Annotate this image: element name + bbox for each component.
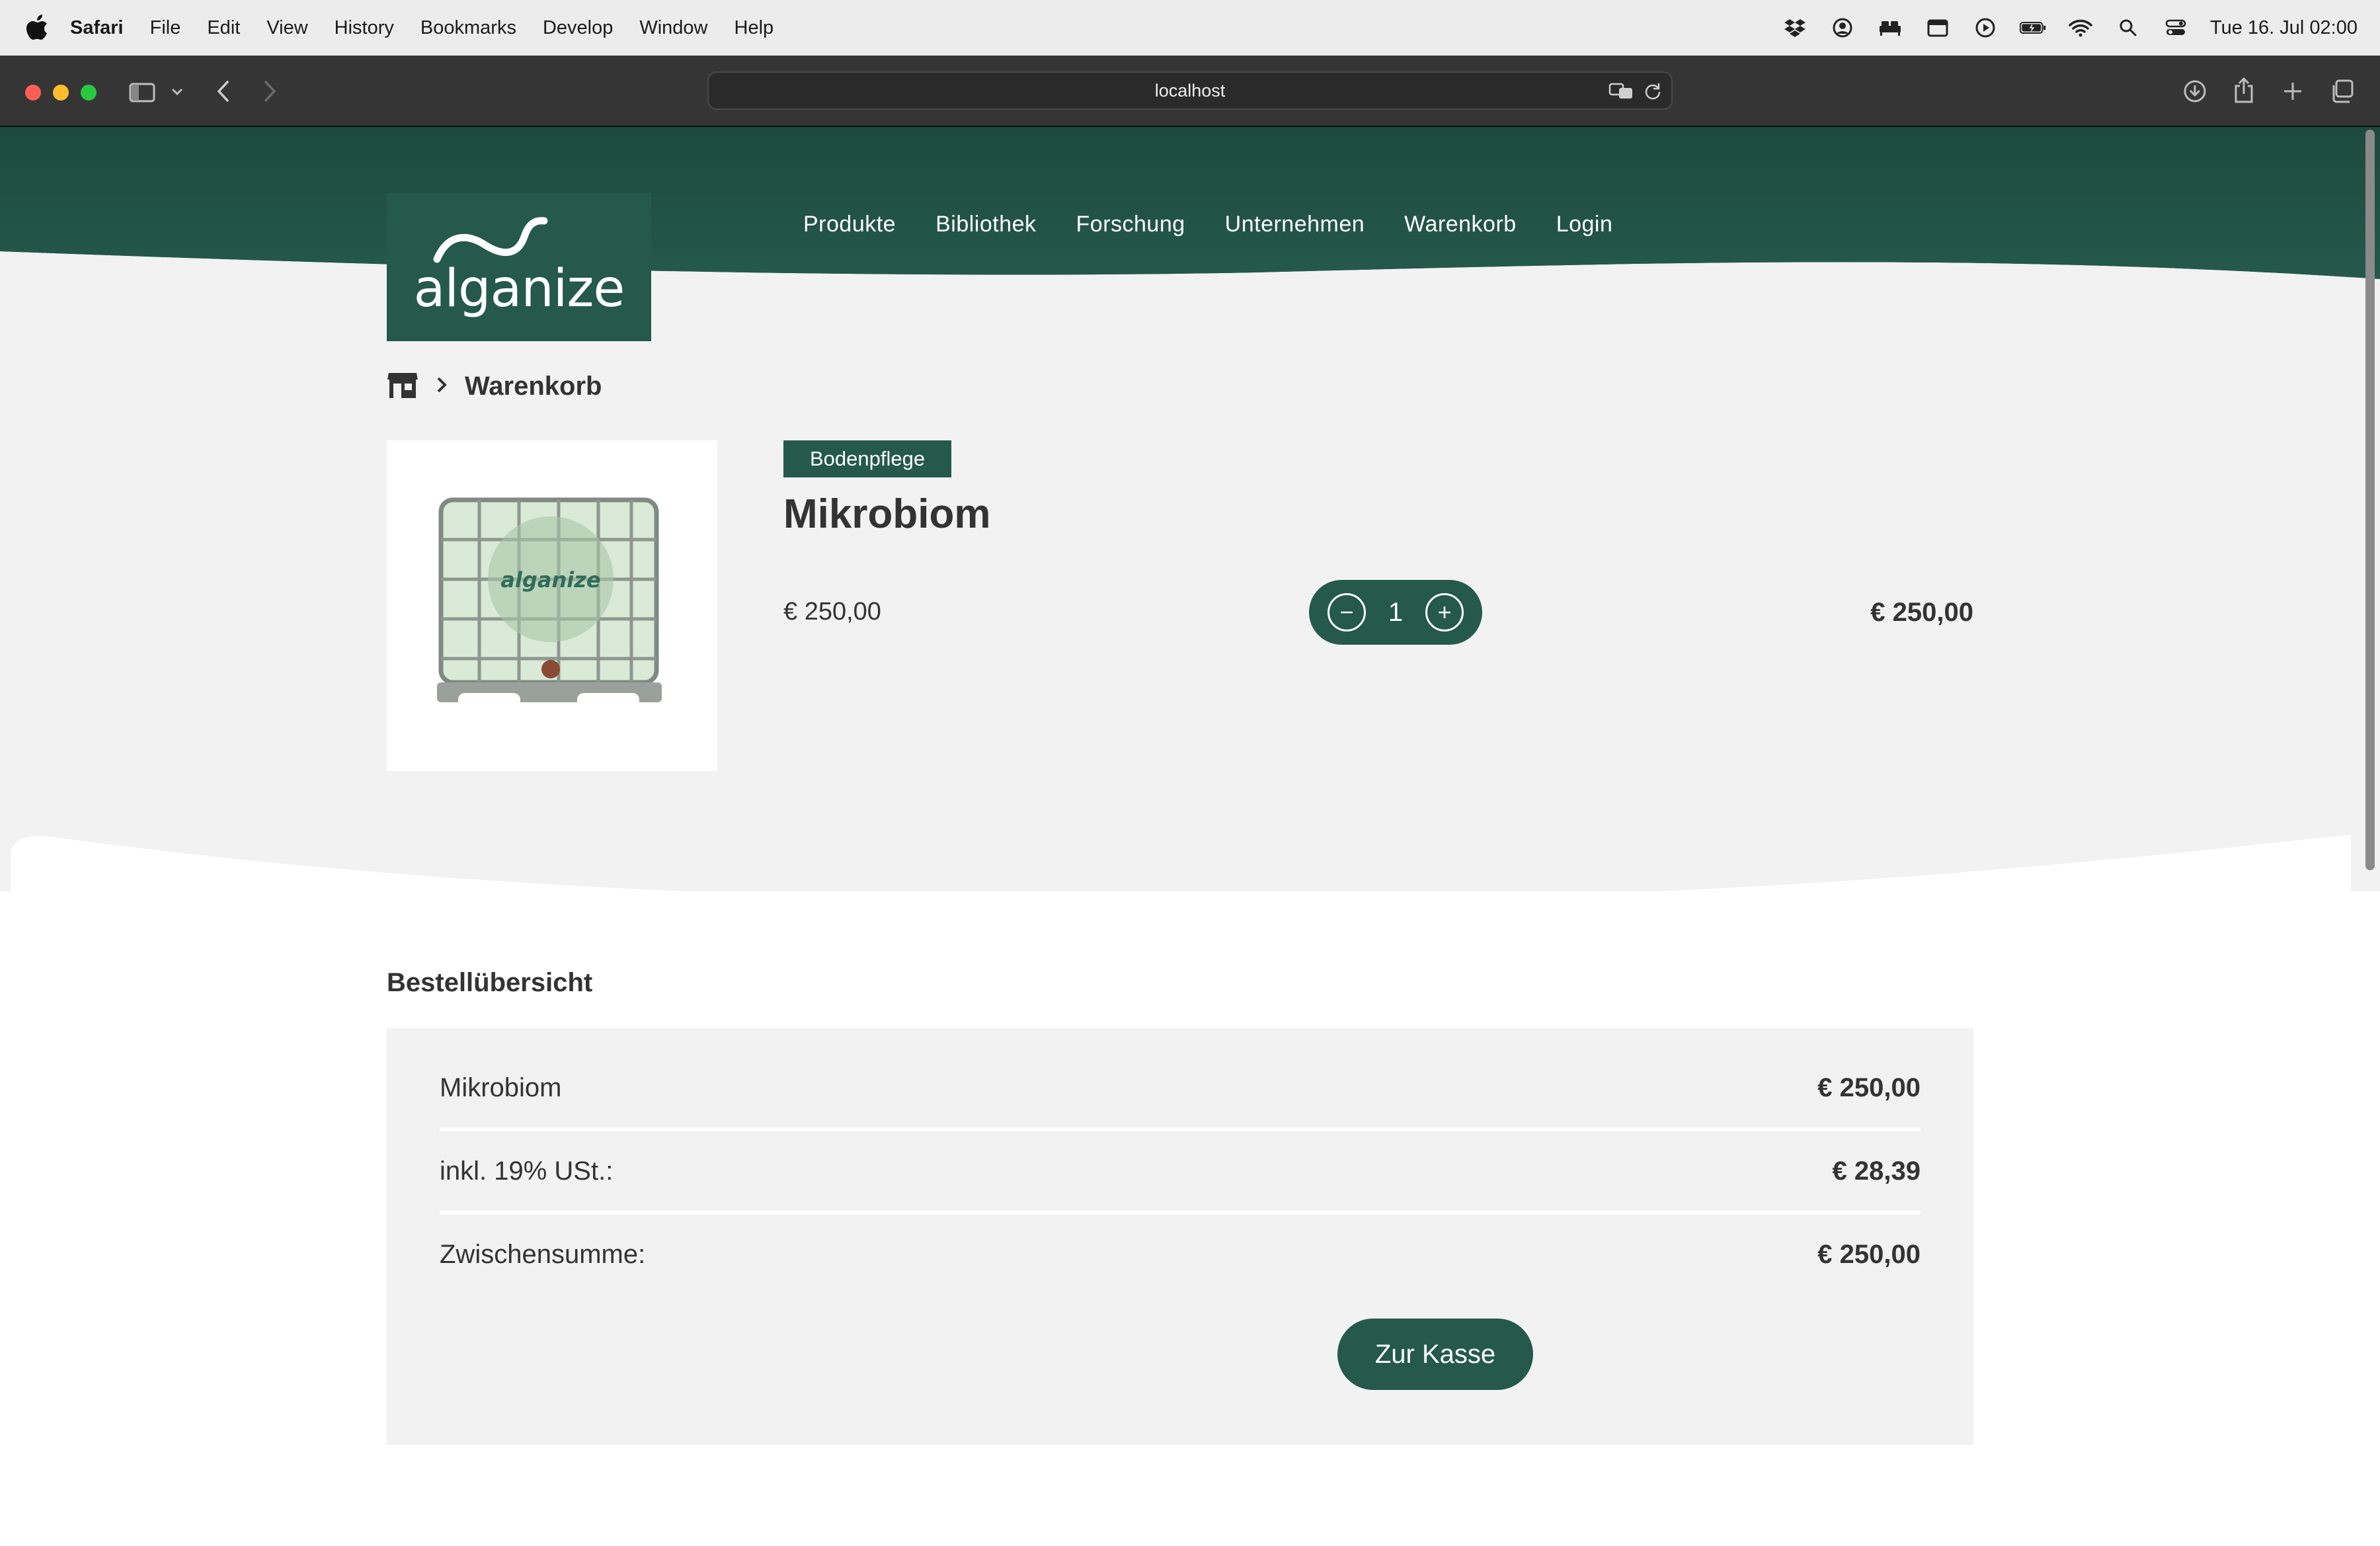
menu-file[interactable]: File	[150, 17, 181, 39]
nav-unternehmen[interactable]: Unternehmen	[1225, 212, 1365, 237]
product-title[interactable]: Mikrobiom	[783, 491, 990, 538]
sidebar-toggle-icon[interactable]	[127, 79, 157, 106]
increase-quantity-button[interactable]: +	[1425, 593, 1464, 631]
address-bar[interactable]: localhost	[707, 71, 1673, 110]
url-text[interactable]: localhost	[1155, 81, 1226, 101]
product-image[interactable]: alganize	[387, 440, 717, 771]
browser-toolbar: localhost	[0, 56, 2380, 127]
order-summary-box: Mikrobiom € 250,00 inkl. 19% USt.: € 28,…	[387, 1028, 1973, 1445]
close-window-button[interactable]	[25, 85, 41, 101]
user-icon[interactable]	[1829, 17, 1856, 39]
page-scrollbar[interactable]	[2365, 130, 2375, 870]
product-image-label: alganize	[500, 567, 600, 592]
summary-item-label: Mikrobiom	[440, 1073, 562, 1102]
menu-history[interactable]: History	[335, 17, 394, 39]
summary-row-item: Mikrobiom € 250,00	[440, 1048, 1921, 1131]
menu-window[interactable]: Window	[639, 17, 707, 39]
translate-icon[interactable]	[1608, 81, 1634, 101]
tab-overview-icon[interactable]	[2328, 78, 2355, 104]
forward-arrow-icon[interactable]	[257, 78, 283, 104]
play-icon[interactable]	[1972, 17, 1999, 39]
chevron-down-icon[interactable]	[169, 82, 185, 102]
menu-app-safari[interactable]: Safari	[70, 17, 124, 39]
macos-menu-bar: Safari File Edit View History Bookmarks …	[0, 0, 2380, 56]
nav-warenkorb[interactable]: Warenkorb	[1404, 212, 1517, 237]
nav-forschung[interactable]: Forschung	[1076, 212, 1185, 237]
menu-bookmarks[interactable]: Bookmarks	[420, 17, 516, 39]
site-logo[interactable]: alganize	[387, 193, 651, 341]
summary-row-subtotal: Zwischensumme: € 250,00	[440, 1215, 1921, 1294]
chevron-right-icon	[436, 376, 448, 397]
menu-view[interactable]: View	[266, 17, 307, 39]
bed-icon[interactable]	[1877, 17, 1903, 39]
ibc-tank-icon: alganize	[437, 497, 662, 709]
control-center-icon[interactable]	[2162, 17, 2189, 39]
category-badge[interactable]: Bodenpflege	[783, 440, 952, 477]
quantity-stepper: − 1 +	[1309, 580, 1482, 645]
wifi-icon[interactable]	[2067, 17, 2094, 39]
search-icon[interactable]	[2115, 17, 2141, 39]
menubar-clock[interactable]: Tue 16. Jul 02:00	[2210, 17, 2358, 39]
web-page: alganize Produkte Bibliothek Forschung U…	[0, 127, 2380, 1546]
breadcrumb-current[interactable]: Warenkorb	[465, 372, 602, 401]
reload-icon[interactable]	[1642, 81, 1663, 102]
dropbox-icon[interactable]	[1782, 17, 1808, 39]
minimize-window-button[interactable]	[53, 85, 69, 101]
menu-help[interactable]: Help	[734, 17, 774, 39]
zoom-window-button[interactable]	[81, 85, 97, 101]
summary-subtotal-label: Zwischensumme:	[440, 1239, 646, 1269]
nav-bibliothek[interactable]: Bibliothek	[935, 212, 1036, 237]
back-arrow-icon[interactable]	[210, 78, 237, 104]
summary-tax-label: inkl. 19% USt.:	[440, 1156, 614, 1186]
apple-icon[interactable]	[25, 15, 49, 41]
downloads-icon[interactable]	[2182, 78, 2208, 104]
share-icon[interactable]	[2231, 75, 2257, 104]
nav-login[interactable]: Login	[1556, 212, 1613, 237]
summary-tax-value: € 28,39	[1832, 1156, 1921, 1186]
summary-subtotal-value: € 250,00	[1817, 1239, 1921, 1269]
main-navigation: Produkte Bibliothek Forschung Unternehme…	[803, 212, 1652, 237]
breadcrumb: Warenkorb	[387, 370, 602, 403]
quantity-value: 1	[1388, 597, 1404, 627]
calendar-icon[interactable]	[1924, 17, 1951, 39]
order-summary-heading: Bestellübersicht	[387, 968, 593, 997]
decrease-quantity-button[interactable]: −	[1328, 593, 1366, 631]
checkout-button[interactable]: Zur Kasse	[1337, 1319, 1533, 1390]
menu-develop[interactable]: Develop	[543, 17, 613, 39]
new-tab-icon[interactable]	[2280, 78, 2306, 104]
shop-home-icon[interactable]	[387, 370, 418, 403]
nav-produkte[interactable]: Produkte	[803, 212, 896, 237]
battery-icon[interactable]	[2019, 17, 2046, 39]
logo-wave-icon	[433, 217, 548, 263]
line-total-price: € 250,00	[1870, 598, 1973, 627]
menu-edit[interactable]: Edit	[207, 17, 240, 39]
summary-item-value: € 250,00	[1817, 1073, 1921, 1102]
summary-row-tax: inkl. 19% USt.: € 28,39	[440, 1131, 1921, 1215]
unit-price: € 250,00	[783, 598, 881, 626]
